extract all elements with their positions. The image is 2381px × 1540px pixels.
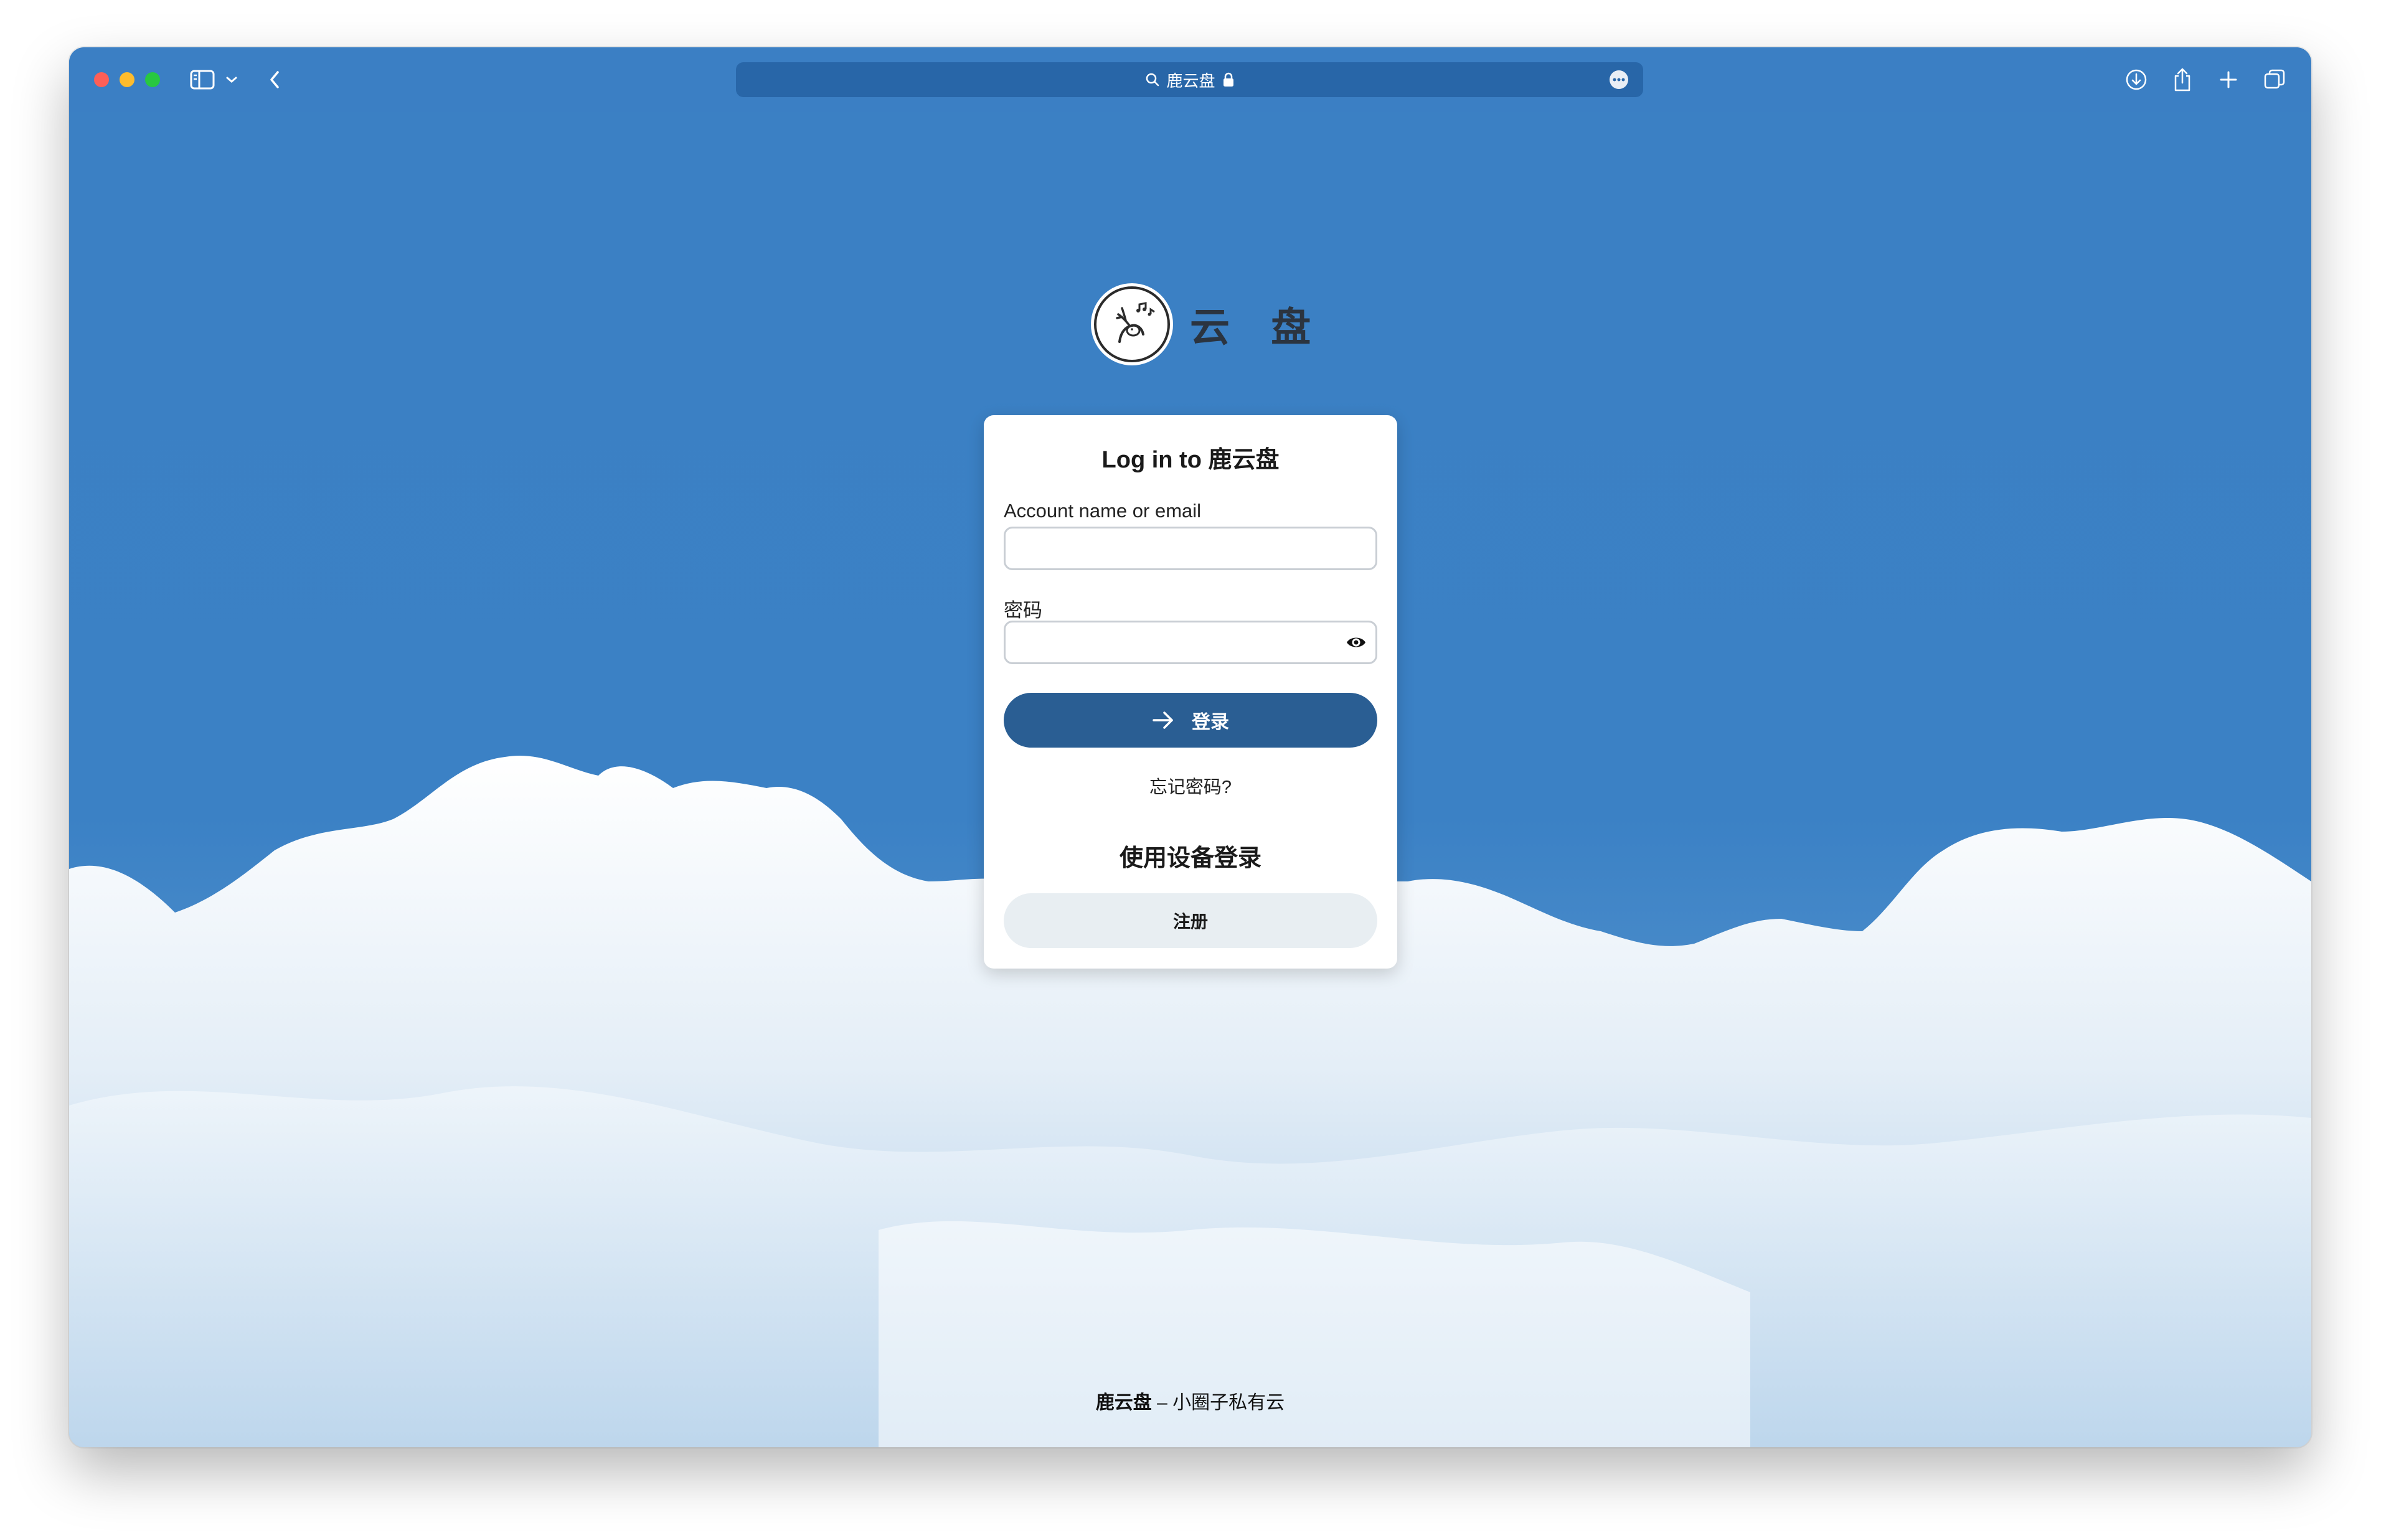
close-window-button[interactable]	[94, 72, 109, 87]
login-title: Log in to 鹿云盘	[1101, 447, 1280, 473]
address-bar[interactable]: 鹿云盘	[736, 62, 1643, 97]
minimize-window-button[interactable]	[120, 72, 134, 87]
login-button[interactable]: 登录	[1004, 693, 1377, 748]
tab-overview-icon[interactable]	[2260, 65, 2289, 95]
arrow-right-icon	[1152, 711, 1174, 730]
password-input[interactable]	[1004, 621, 1377, 664]
browser-toolbar: 鹿云盘	[69, 47, 2311, 112]
login-button-label: 登录	[1192, 712, 1229, 733]
footer-tagline: 小圈子私有云	[1172, 1392, 1285, 1413]
sidebar-toggle-icon[interactable]	[187, 65, 217, 95]
deer-logo-icon	[1094, 286, 1170, 362]
footer: 鹿云盘 – 小圈子私有云	[69, 1387, 2311, 1414]
share-icon[interactable]	[2167, 65, 2197, 95]
footer-brand: 鹿云盘	[1095, 1392, 1152, 1413]
login-card: Log in to 鹿云盘 Account name or email 密码 登…	[984, 415, 1397, 969]
register-button-label: 注册	[1172, 912, 1208, 931]
show-password-icon[interactable]	[1346, 634, 1367, 654]
password-label: 密码	[1004, 599, 1042, 621]
account-label: Account name or email	[1004, 500, 1202, 522]
brand-header: 云 盘	[1094, 286, 1324, 362]
zoom-window-button[interactable]	[145, 72, 160, 87]
device-login-heading: 使用设备登录	[1119, 845, 1261, 871]
browser-window: 鹿云盘 云 盘 Log in to 鹿云盘 Account name or em…	[69, 47, 2311, 1447]
chevron-down-icon[interactable]	[222, 65, 241, 95]
address-text: 鹿云盘	[1166, 71, 1215, 90]
account-input[interactable]	[1004, 527, 1377, 570]
brand-name: 云 盘	[1190, 305, 1325, 351]
new-tab-icon[interactable]	[2214, 65, 2243, 95]
download-icon[interactable]	[2121, 65, 2151, 95]
register-button[interactable]: 注册	[1004, 893, 1377, 948]
footer-separator: –	[1151, 1392, 1173, 1413]
lock-icon	[1223, 72, 1234, 87]
search-icon	[1145, 72, 1160, 87]
more-options-icon[interactable]	[1610, 70, 1628, 89]
forgot-password-link[interactable]: 忘记密码?	[984, 772, 1397, 799]
back-icon[interactable]	[260, 65, 290, 95]
